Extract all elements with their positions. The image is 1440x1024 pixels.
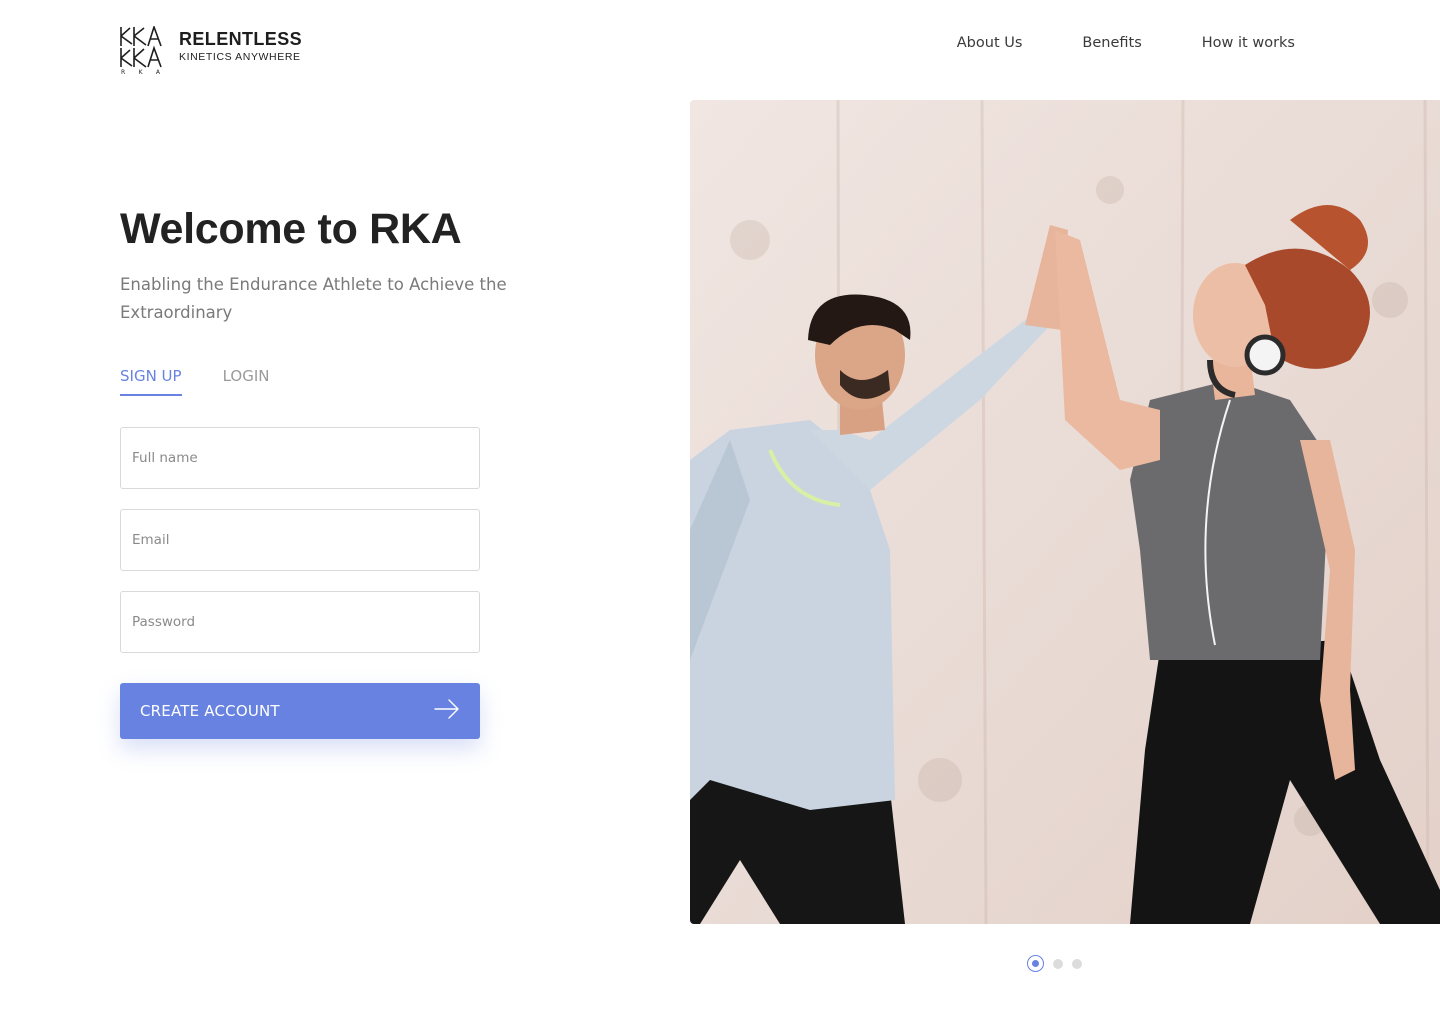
create-account-label: CREATE ACCOUNT	[140, 702, 280, 720]
page-title: Welcome to RKA	[120, 205, 462, 253]
tab-sign-up[interactable]: SIGN UP	[120, 367, 182, 396]
carousel-dot-2[interactable]	[1053, 958, 1063, 969]
rka-logo-icon: R K A	[120, 26, 162, 76]
nav-how-it-works[interactable]: How it works	[1202, 35, 1295, 51]
brand-tagline: KINETICS ANYWHERE	[179, 51, 301, 63]
full-name-input[interactable]	[121, 428, 479, 488]
create-account-button[interactable]: CREATE ACCOUNT	[120, 683, 480, 739]
brand-name: RELENTLESS	[179, 29, 303, 49]
hero-image	[690, 100, 1440, 924]
arrow-right-icon	[434, 698, 460, 724]
nav-benefits[interactable]: Benefits	[1082, 35, 1141, 51]
top-nav: About Us Benefits How it works	[957, 35, 1295, 51]
email-input[interactable]	[121, 510, 479, 570]
full-name-field-wrapper	[120, 427, 480, 489]
auth-tabs: SIGN UP LOGIN	[120, 367, 270, 396]
password-field-wrapper	[120, 591, 480, 653]
page-subtitle: Enabling the Endurance Athlete to Achiev…	[120, 275, 507, 322]
brand-logo[interactable]: R K A RELENTLESS KINETICS ANYWHERE	[120, 26, 302, 76]
logo-letter-r: R	[121, 69, 127, 76]
carousel-dot-1[interactable]	[1027, 955, 1044, 972]
password-input[interactable]	[121, 592, 479, 652]
logo-letter-k: K	[138, 69, 144, 76]
tab-login[interactable]: LOGIN	[223, 367, 270, 396]
carousel-dot-3[interactable]	[1072, 958, 1082, 969]
email-field-wrapper	[120, 509, 480, 571]
carousel-indicators	[1027, 955, 1082, 972]
logo-letter-a: A	[155, 69, 161, 76]
nav-about-us[interactable]: About Us	[957, 35, 1023, 51]
